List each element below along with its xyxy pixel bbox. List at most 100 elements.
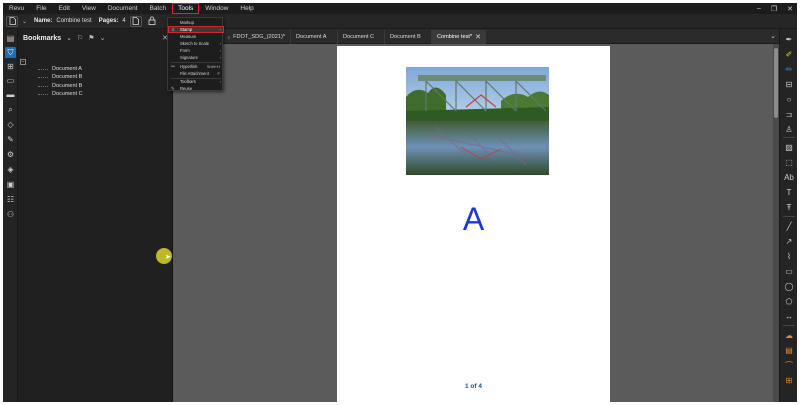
- menu-item-stamp[interactable]: ♙ Stamp ›: [168, 26, 224, 33]
- menu-help[interactable]: Help: [234, 3, 259, 14]
- divider: [783, 137, 795, 138]
- menu-item-sketch-to-scale[interactable]: Sketch to Scale ›: [168, 40, 224, 47]
- chevron-down-icon[interactable]: ⌄: [66, 34, 72, 42]
- text-box-icon[interactable]: ⊟: [783, 78, 795, 90]
- menu-document[interactable]: Document: [102, 3, 144, 14]
- page-letter: A: [462, 201, 485, 237]
- bookmark-item[interactable]: Document C: [38, 90, 83, 98]
- tab-fdot-sdg[interactable]: FDOT_SDG_(2021)*: [223, 30, 291, 44]
- perimeter-icon[interactable]: ⌒: [783, 359, 795, 371]
- dimension-icon[interactable]: ↔: [783, 310, 795, 322]
- close-icon[interactable]: ✕: [787, 5, 793, 13]
- ruler-icon[interactable]: ▬: [5, 89, 16, 100]
- search-icon[interactable]: ⌕: [5, 104, 16, 115]
- highlighter-icon[interactable]: ✐: [783, 48, 795, 60]
- text-icon[interactable]: T: [783, 186, 795, 198]
- page-indicator: 1 of 4: [465, 383, 482, 390]
- tab-document-b[interactable]: Document B: [385, 30, 432, 44]
- spellcheck-icon[interactable]: Ab: [783, 171, 795, 183]
- menu-item-reuse[interactable]: ✎ Reuse: [168, 85, 224, 92]
- divider: [783, 325, 795, 326]
- line-icon[interactable]: ╱: [783, 220, 795, 232]
- menu-tools[interactable]: Tools: [172, 3, 200, 14]
- menu-view[interactable]: View: [76, 3, 102, 14]
- scrollbar-thumb[interactable]: [774, 48, 778, 118]
- callout-icon[interactable]: ⊐: [783, 108, 795, 120]
- menu-file[interactable]: File: [30, 3, 52, 14]
- polygon-icon[interactable]: ⬠: [783, 295, 795, 307]
- studio-icon[interactable]: ⚇: [5, 209, 16, 220]
- menu-item-measure[interactable]: Measure: [168, 33, 224, 40]
- grid-icon[interactable]: ⊞: [5, 61, 16, 72]
- typewriter-icon[interactable]: Ŧ: [783, 201, 795, 213]
- tab-combine-test[interactable]: Combine test* ✕: [432, 30, 486, 44]
- mouse-pointer-icon: ➤: [165, 254, 171, 261]
- bookmark-item[interactable]: Document B: [38, 82, 83, 90]
- menu-item-form[interactable]: Form ›: [168, 47, 224, 54]
- ellipse-icon[interactable]: ◯: [783, 280, 795, 292]
- panel-title: Bookmarks: [23, 34, 62, 42]
- tab-document-a[interactable]: Document A: [291, 30, 338, 44]
- document-menu-button[interactable]: [6, 15, 18, 27]
- page-properties-button[interactable]: [129, 15, 142, 27]
- lock-icon[interactable]: [148, 16, 156, 27]
- tab-document-c[interactable]: Document C: [338, 30, 385, 44]
- bookmarks-icon[interactable]: ⛉: [5, 47, 16, 58]
- document-canvas[interactable]: A 1 of 4: [173, 44, 779, 402]
- menu-revu[interactable]: Revu: [3, 3, 30, 14]
- bookmark-options-icon[interactable]: ⚑: [88, 34, 94, 42]
- menu-bar: Revu File Edit View Document Batch Tools…: [3, 3, 797, 14]
- tag-icon[interactable]: ◇: [5, 119, 16, 130]
- tab-list-chevron-icon[interactable]: ⌄: [770, 32, 776, 40]
- pen-icon[interactable]: ✒: [783, 33, 795, 45]
- stamp-icon[interactable]: ♙: [783, 123, 795, 135]
- submenu-arrow-icon: ›: [219, 79, 221, 84]
- chevron-down-icon[interactable]: ⌄: [22, 18, 27, 25]
- bookmark-item[interactable]: Document A: [38, 65, 83, 73]
- checklist-icon[interactable]: ☷: [5, 194, 16, 205]
- pencil-icon[interactable]: ✏: [783, 63, 795, 75]
- menu-item-file-attachment[interactable]: File Attachment F: [168, 70, 224, 77]
- app-window: Revu File Edit View Document Batch Tools…: [3, 3, 797, 402]
- signature-icon[interactable]: ✎: [5, 134, 16, 145]
- tree-root-toggle-icon[interactable]: −: [20, 59, 26, 65]
- submenu-arrow-icon: ›: [219, 27, 221, 32]
- menu-item-markup[interactable]: Markup: [168, 19, 224, 26]
- menu-batch[interactable]: Batch: [143, 3, 172, 14]
- thumbnails-icon[interactable]: ▤: [5, 33, 16, 44]
- toolbox-icon[interactable]: ▭: [5, 75, 16, 86]
- bookmark-item[interactable]: Document B: [38, 73, 83, 81]
- menu-item-label: File Attachment: [180, 71, 209, 76]
- minimize-icon[interactable]: –: [757, 5, 761, 12]
- menu-window[interactable]: Window: [199, 3, 234, 14]
- area-icon[interactable]: ▤: [783, 344, 795, 356]
- dropdown-chevron-icon[interactable]: ⌄: [100, 34, 106, 42]
- save-icon[interactable]: ▣: [5, 179, 16, 190]
- close-tab-icon[interactable]: ✕: [475, 33, 481, 41]
- circle-icon[interactable]: ○: [783, 93, 795, 105]
- layers-icon[interactable]: ◈: [5, 164, 16, 175]
- rectangle-icon[interactable]: ▭: [783, 265, 795, 277]
- image-icon[interactable]: ▨: [783, 141, 795, 153]
- menu-item-hyperlink[interactable]: ⚯ Hyperlink Shift+H: [168, 63, 224, 70]
- submenu-arrow-icon: ›: [219, 41, 221, 46]
- polyline-icon[interactable]: ⌇: [783, 250, 795, 262]
- crop-icon[interactable]: ⬚: [783, 156, 795, 168]
- bookmark-add-icon[interactable]: ⚐: [77, 34, 83, 42]
- tab-label: FDOT_SDG_(2021)*: [233, 34, 285, 40]
- menu-item-signature[interactable]: Signature ›: [168, 54, 224, 61]
- count-icon[interactable]: ⊞: [783, 374, 795, 386]
- menu-item-label: Markup: [180, 20, 194, 25]
- menu-item-toolbars[interactable]: Toolbars ›: [168, 78, 224, 85]
- pdf-page: A 1 of 4: [337, 46, 610, 402]
- bookmark-tree: − Document A Document B Document B Docum…: [20, 59, 83, 98]
- arrow-icon[interactable]: ↗: [783, 235, 795, 247]
- menu-item-label: Sketch to Scale: [180, 41, 210, 46]
- restore-icon[interactable]: ❐: [771, 5, 777, 13]
- cloud-icon[interactable]: ☁: [783, 329, 795, 341]
- menu-item-label: Reuse: [180, 86, 193, 91]
- reuse-icon: ✎: [171, 86, 175, 91]
- link-icon: ⚯: [171, 64, 175, 69]
- settings-icon[interactable]: ⚙: [5, 149, 16, 160]
- menu-edit[interactable]: Edit: [53, 3, 76, 14]
